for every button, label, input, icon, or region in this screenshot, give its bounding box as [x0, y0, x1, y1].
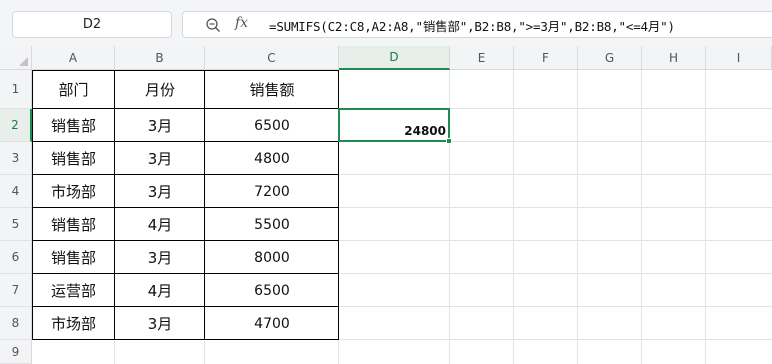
cell-b8[interactable]: 3月 — [115, 307, 205, 340]
cell-a1[interactable]: 部门 — [32, 70, 115, 109]
table-border-horizontal — [32, 207, 339, 208]
zoom-icon[interactable] — [205, 17, 221, 33]
cell-c7[interactable]: 6500 — [205, 274, 339, 307]
cell-a8[interactable]: 市场部 — [32, 307, 115, 340]
cell-c2[interactable]: 6500 — [205, 109, 339, 142]
select-all-corner[interactable] — [0, 46, 32, 70]
column-header-d[interactable]: D — [339, 46, 450, 70]
selection-outline — [338, 108, 450, 142]
row-header-1[interactable]: 1 — [0, 70, 32, 109]
table-border-horizontal — [32, 141, 339, 142]
cell-b3[interactable]: 3月 — [115, 142, 205, 175]
cell-a3[interactable]: 销售部 — [32, 142, 115, 175]
table-border-horizontal — [32, 339, 339, 340]
row-header-5[interactable]: 5 — [0, 208, 32, 241]
cell-a2[interactable]: 销售部 — [32, 109, 115, 142]
row-header-2[interactable]: 2 — [0, 109, 32, 142]
cell-b1[interactable]: 月份 — [115, 70, 205, 109]
column-header-i[interactable]: I — [706, 46, 772, 70]
cell-c5[interactable]: 5500 — [205, 208, 339, 241]
table-border-vertical — [204, 70, 205, 340]
cell-b7[interactable]: 4月 — [115, 274, 205, 307]
table-border-horizontal — [32, 240, 339, 241]
row-header-8[interactable]: 8 — [0, 307, 32, 340]
cell-b5[interactable]: 4月 — [115, 208, 205, 241]
table-border-vertical — [114, 70, 115, 340]
cell-c8[interactable]: 4700 — [205, 307, 339, 340]
formula-input-area[interactable]: fx =SUMIFS(C2:C8,A2:A8,"销售部",B2:B8,">=3月… — [182, 11, 772, 38]
column-header-e[interactable]: E — [450, 46, 514, 70]
cell-b2[interactable]: 3月 — [115, 109, 205, 142]
column-header-a[interactable]: A — [32, 46, 115, 70]
gridline-vertical — [641, 70, 642, 364]
row-header-6[interactable]: 6 — [0, 241, 32, 274]
cell-b6[interactable]: 3月 — [115, 241, 205, 274]
name-box[interactable]: D2 — [12, 11, 172, 38]
table-border-horizontal — [32, 108, 339, 109]
cell-a5[interactable]: 销售部 — [32, 208, 115, 241]
row-header-7[interactable]: 7 — [0, 274, 32, 307]
cell-a4[interactable]: 市场部 — [32, 175, 115, 208]
gridline-vertical — [513, 70, 514, 364]
cell-c4[interactable]: 7200 — [205, 175, 339, 208]
column-header-f[interactable]: F — [514, 46, 578, 70]
formula-bar: D2 fx =SUMIFS(C2:C8,A2:A8,"销售部",B2:B8,">… — [0, 0, 772, 46]
spreadsheet-grid[interactable]: ABCDEFGHI 123456789 部门 月份 销售额 销售部 3月 6500 销售部 3… — [0, 46, 772, 364]
cell-a6[interactable]: 销售部 — [32, 241, 115, 274]
gridline-vertical — [705, 70, 706, 364]
fill-handle[interactable] — [446, 138, 452, 144]
table-border-horizontal — [32, 70, 339, 71]
gridline-vertical — [577, 70, 578, 364]
cell-b4[interactable]: 3月 — [115, 175, 205, 208]
cell-c3[interactable]: 4800 — [205, 142, 339, 175]
table-border-vertical — [32, 70, 33, 340]
column-header-h[interactable]: H — [642, 46, 706, 70]
column-header-b[interactable]: B — [115, 46, 205, 70]
cell-c1[interactable]: 销售额 — [205, 70, 339, 109]
fx-icon[interactable]: fx — [235, 15, 248, 31]
formula-text[interactable]: =SUMIFS(C2:C8,A2:A8,"销售部",B2:B8,">=3月",B… — [269, 16, 675, 35]
table-border-horizontal — [32, 306, 339, 307]
cell-c6[interactable]: 8000 — [205, 241, 339, 274]
row-header-9[interactable]: 9 — [0, 340, 32, 364]
cell-a7[interactable]: 运营部 — [32, 274, 115, 307]
column-header-c[interactable]: C — [205, 46, 339, 70]
row-header-3[interactable]: 3 — [0, 142, 32, 175]
table-border-horizontal — [32, 174, 339, 175]
column-header-g[interactable]: G — [578, 46, 642, 70]
row-header-4[interactable]: 4 — [0, 175, 32, 208]
table-border-horizontal — [32, 273, 339, 274]
